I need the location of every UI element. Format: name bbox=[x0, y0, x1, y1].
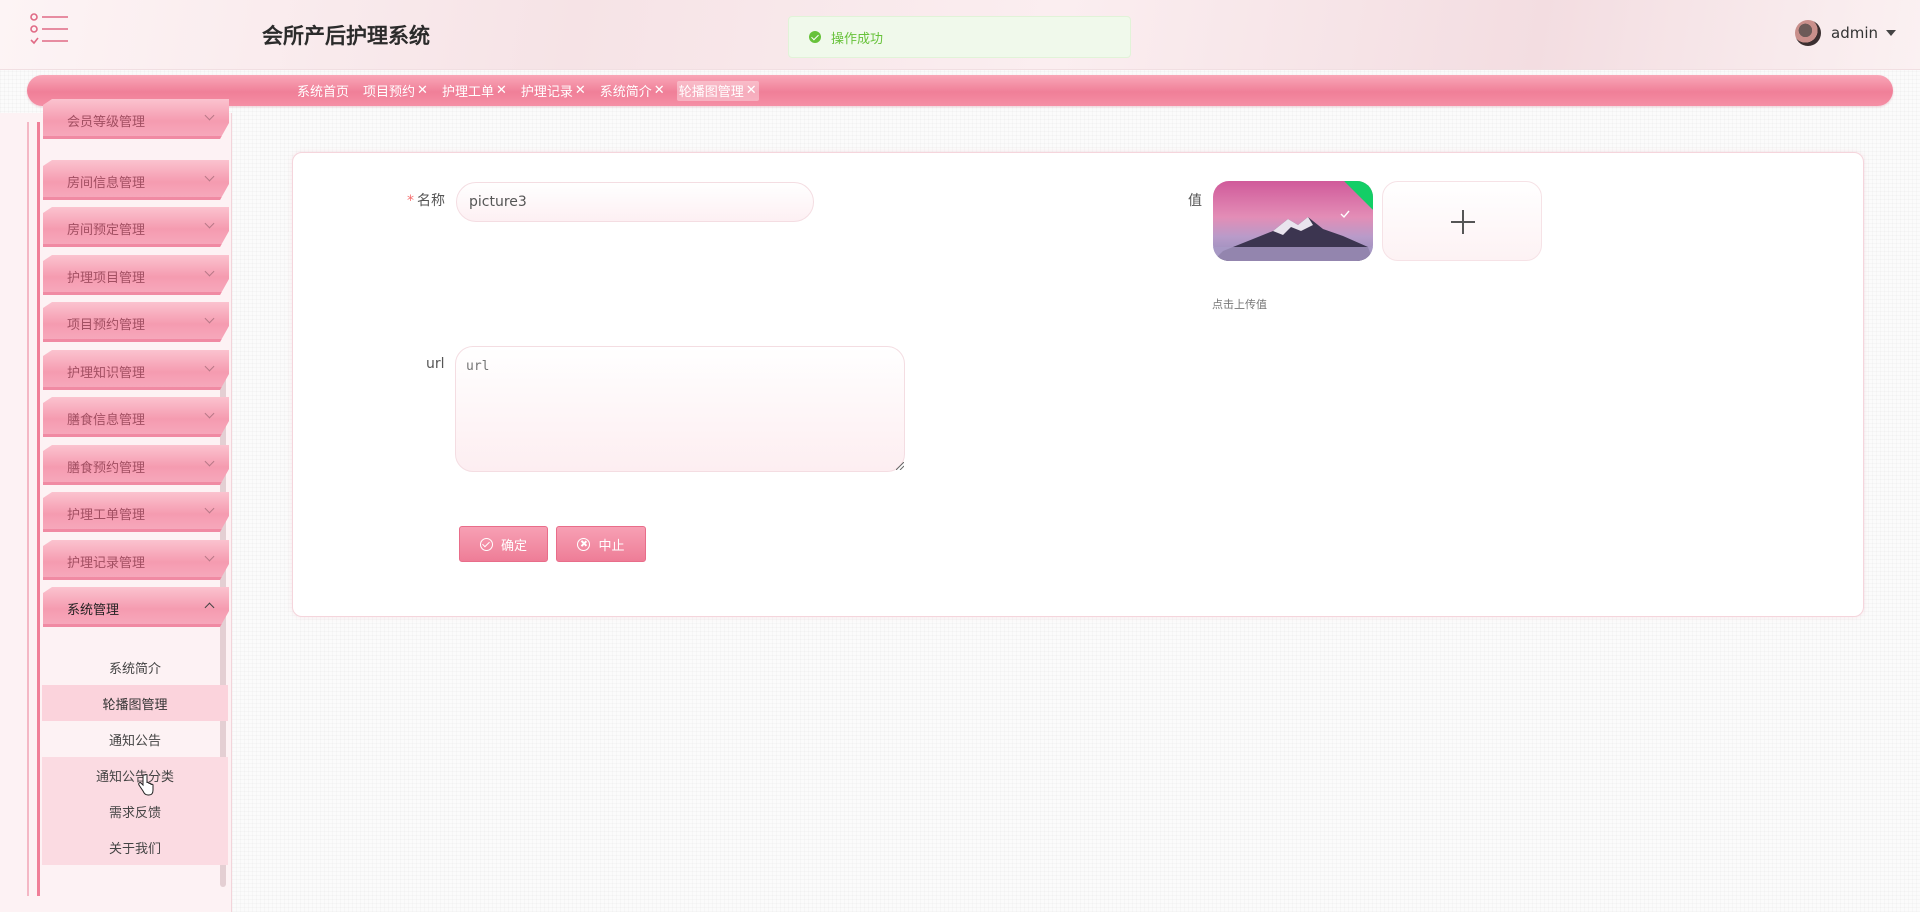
top-header: 会所产后护理系统 操作成功 admin bbox=[0, 0, 1920, 70]
tab-label: 系统首页 bbox=[297, 85, 350, 100]
tab-item[interactable]: 系统简介 ✕ bbox=[598, 81, 667, 101]
name-input-value: picture3 bbox=[469, 194, 527, 210]
username: admin bbox=[1831, 24, 1878, 42]
tab-item[interactable]: 系统首页 bbox=[295, 81, 351, 101]
success-toast: 操作成功 bbox=[788, 16, 1131, 58]
sidebar-submenu-item[interactable]: 需求反馈 bbox=[42, 793, 228, 829]
tab-bar: 系统首页 项目预约 ✕ 护理工单 ✕ 护理记录 ✕ 系统简介 ✕ 轮播图管理 ✕ bbox=[27, 75, 1893, 106]
close-icon[interactable]: ✕ bbox=[496, 83, 507, 98]
tab-item[interactable]: 护理工单 ✕ bbox=[440, 81, 509, 101]
close-circle-icon bbox=[577, 537, 591, 551]
tab-item[interactable]: 护理记录 ✕ bbox=[519, 81, 588, 101]
name-input[interactable]: picture3 bbox=[456, 182, 814, 222]
avatar bbox=[1795, 20, 1821, 46]
chevron-down-icon bbox=[204, 456, 215, 467]
sidebar-menu-label: 膳食预约管理 bbox=[67, 461, 146, 476]
sidebar-submenu-item[interactable]: 通知公告 bbox=[42, 721, 228, 757]
sidebar-menu-item[interactable]: 护理工单管理 bbox=[43, 492, 229, 532]
sidebar-menu-item[interactable]: 房间信息管理 bbox=[43, 160, 229, 200]
name-label: * 名称 bbox=[407, 193, 445, 209]
url-label: url bbox=[426, 356, 445, 372]
value-label: 值 bbox=[1188, 193, 1202, 209]
toast-message: 操作成功 bbox=[831, 31, 884, 47]
uploaded-image-thumbnail[interactable] bbox=[1213, 181, 1373, 261]
sidebar-submenu-item[interactable]: 系统简介 bbox=[42, 649, 228, 685]
mountain-image bbox=[1213, 181, 1373, 261]
system-submenu: 系统简介 轮播图管理 通知公告 通知公告分类 需求反馈 关于我们 bbox=[42, 649, 228, 865]
sidebar-menu-label: 会员等级管理 bbox=[67, 115, 146, 130]
close-icon[interactable]: ✕ bbox=[575, 83, 586, 98]
sidebar-submenu-item[interactable]: 关于我们 bbox=[42, 829, 228, 865]
sidebar-rail bbox=[37, 122, 40, 896]
chevron-down-icon bbox=[204, 218, 215, 229]
upload-tip: 点击上传值 bbox=[1212, 298, 1267, 311]
sidebar-submenu-item[interactable]: 轮播图管理 bbox=[42, 685, 228, 721]
chevron-down-icon bbox=[204, 110, 215, 121]
app-title: 会所产后护理系统 bbox=[262, 24, 430, 48]
check-circle-icon bbox=[809, 31, 821, 43]
upload-button[interactable] bbox=[1382, 181, 1542, 261]
resize-grip-icon[interactable] bbox=[896, 462, 904, 470]
chevron-down-icon bbox=[204, 361, 215, 372]
sidebar-menu-label: 项目预约管理 bbox=[67, 318, 146, 333]
chevron-down-icon bbox=[204, 171, 215, 182]
confirm-button-label: 确定 bbox=[500, 538, 527, 554]
confirm-button[interactable]: 确定 bbox=[459, 526, 548, 562]
user-menu[interactable]: admin bbox=[1795, 20, 1896, 46]
chevron-down-icon bbox=[204, 266, 215, 277]
tabs: 系统首页 项目预约 ✕ 护理工单 ✕ 护理记录 ✕ 系统简介 ✕ 轮播图管理 ✕ bbox=[295, 75, 769, 106]
sidebar-submenu-item[interactable]: 通知公告分类 bbox=[42, 757, 228, 793]
sidebar-menu-item[interactable]: 膳食信息管理 bbox=[43, 397, 229, 437]
url-textarea[interactable] bbox=[455, 346, 905, 472]
plus-icon bbox=[1451, 210, 1475, 234]
sidebar-menu-label: 膳食信息管理 bbox=[67, 413, 146, 428]
sidebar-rail bbox=[27, 122, 29, 896]
tab-label: 项目预约 bbox=[363, 85, 416, 100]
tab-label: 轮播图管理 bbox=[678, 85, 744, 100]
tab-item[interactable]: 轮播图管理 ✕ bbox=[676, 80, 759, 101]
sidebar-menu-item[interactable]: 系统管理 bbox=[43, 587, 229, 627]
tab-label: 系统简介 bbox=[599, 85, 652, 100]
chevron-down-icon bbox=[204, 313, 215, 324]
sidebar-menu-label: 护理工单管理 bbox=[67, 508, 146, 523]
sidebar-menu-label: 护理知识管理 bbox=[67, 366, 146, 381]
chevron-down-icon bbox=[204, 408, 215, 419]
check-circle-icon bbox=[479, 537, 493, 551]
sidebar-menu-label: 护理项目管理 bbox=[67, 271, 146, 286]
chevron-down-icon bbox=[204, 551, 215, 562]
sidebar-menu-label: 护理记录管理 bbox=[67, 556, 146, 571]
close-icon[interactable]: ✕ bbox=[417, 83, 428, 98]
menu-list-icon[interactable] bbox=[28, 12, 72, 48]
tab-label: 护理记录 bbox=[520, 85, 573, 100]
sidebar-menu-item[interactable]: 房间预定管理 bbox=[43, 207, 229, 247]
sidebar-menu-item[interactable]: 护理知识管理 bbox=[43, 350, 229, 390]
sidebar-menu-item[interactable]: 护理记录管理 bbox=[43, 540, 229, 580]
required-marker: * bbox=[407, 193, 414, 209]
tab-label: 护理工单 bbox=[441, 85, 494, 100]
sidebar-menu-item[interactable]: 膳食预约管理 bbox=[43, 445, 229, 485]
chevron-down-icon bbox=[204, 503, 215, 514]
close-icon[interactable]: ✕ bbox=[746, 83, 757, 98]
cancel-button[interactable]: 中止 bbox=[556, 526, 646, 562]
caret-down-icon bbox=[1886, 30, 1896, 36]
sidebar-menu-label: 系统管理 bbox=[67, 603, 120, 618]
sidebar-menu-item[interactable]: 项目预约管理 bbox=[43, 302, 229, 342]
sidebar-menu-item[interactable]: 会员等级管理 bbox=[43, 99, 229, 139]
sidebar-menu-item[interactable]: 护理项目管理 bbox=[43, 255, 229, 295]
close-icon[interactable]: ✕ bbox=[654, 83, 665, 98]
tab-item[interactable]: 项目预约 ✕ bbox=[361, 81, 430, 101]
hand-cursor-icon bbox=[138, 774, 154, 796]
sidebar-menu-label: 房间信息管理 bbox=[67, 176, 146, 191]
sidebar-menu-label: 房间预定管理 bbox=[67, 223, 146, 238]
cancel-button-label: 中止 bbox=[598, 538, 625, 554]
chevron-up-icon bbox=[204, 602, 215, 613]
